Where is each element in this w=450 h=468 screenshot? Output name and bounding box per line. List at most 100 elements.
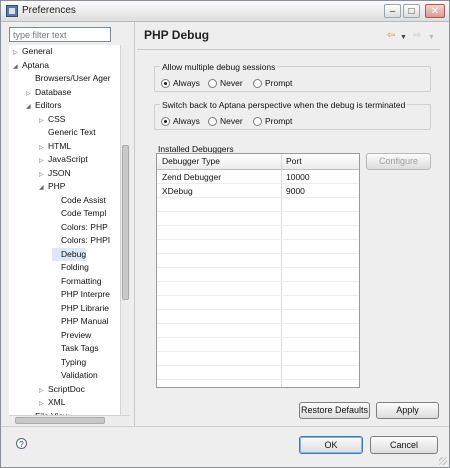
multiple-sessions-label: Allow multiple debug sessions: [160, 62, 278, 72]
tree-item[interactable]: Debug: [52, 247, 87, 261]
switch-perspective-always-radio[interactable]: Always: [161, 116, 200, 126]
tree-item[interactable]: ◢ Editors: [26, 99, 61, 112]
switch-perspective-never-radio[interactable]: Never: [208, 116, 243, 126]
tree-item[interactable]: Formatting: [52, 275, 102, 288]
tree-item[interactable]: ▷ CSS: [39, 113, 65, 126]
tree-item[interactable]: ▷ XML: [39, 396, 65, 409]
radio-checked-icon: [161, 78, 170, 88]
configure-button[interactable]: Configure: [366, 153, 431, 170]
table-row-empty: [157, 338, 359, 352]
panel-divider[interactable]: [134, 22, 135, 426]
footer-divider: [1, 426, 449, 427]
minimize-button[interactable]: –: [384, 4, 401, 18]
forward-menu-chevron-icon: ▼: [428, 34, 435, 41]
tree-item[interactable]: Colors: PHPI: [52, 234, 110, 247]
multiple-sessions-never-radio[interactable]: Never: [208, 78, 243, 88]
apply-button[interactable]: Apply: [376, 402, 439, 419]
port-cell: 9000: [286, 186, 305, 196]
option-label: Never: [220, 78, 243, 88]
column-header-debugger-type[interactable]: Debugger Type: [162, 156, 220, 166]
option-label: Never: [220, 116, 243, 126]
table-row[interactable]: Zend Debugger 10000: [157, 170, 359, 184]
cancel-button[interactable]: Cancel: [370, 436, 438, 454]
switch-perspective-group: Switch back to Aptana perspective when t…: [154, 100, 431, 130]
tree-item-label: Code Assist: [61, 194, 106, 205]
table-row-empty: [157, 310, 359, 324]
radio-checked-icon: [161, 116, 170, 126]
header-divider: [137, 49, 440, 50]
restore-defaults-button[interactable]: Restore Defaults: [299, 402, 370, 419]
tree-item[interactable]: Colors: PHP: [52, 221, 108, 234]
tree-item[interactable]: Preview: [52, 329, 91, 342]
tree-item[interactable]: Code Templ: [52, 207, 106, 220]
tree-horizontal-scrollbar[interactable]: [9, 415, 130, 425]
tree-horizontal-scroll-thumb[interactable]: [15, 417, 105, 424]
debugger-type-cell: XDebug: [162, 186, 193, 196]
tree-item-label: XML: [48, 397, 66, 407]
column-header-port[interactable]: Port: [286, 156, 302, 166]
maximize-button[interactable]: □: [403, 4, 420, 18]
collapse-chevron-icon[interactable]: ◢: [39, 182, 48, 195]
tree-item-label: Preview: [61, 329, 92, 340]
switch-perspective-prompt-radio[interactable]: Prompt: [253, 116, 292, 126]
title-bar: Preferences – □ ✕: [1, 1, 449, 22]
back-menu-chevron-icon[interactable]: ▼: [400, 32, 407, 44]
tree-item-label: Validation: [61, 370, 98, 380]
radio-unchecked-icon: [253, 116, 262, 126]
table-row-empty: [157, 198, 359, 212]
tree-item[interactable]: ▷ JSON: [39, 167, 71, 180]
tree-item[interactable]: Typing: [52, 356, 86, 369]
radio-unchecked-icon: [208, 116, 217, 126]
table-header: Debugger Type Port: [157, 154, 359, 170]
tree-item[interactable]: ▷ General: [13, 45, 52, 58]
tree-item-label: Generic Text: [48, 127, 96, 137]
tree-item[interactable]: ▷ JavaScript: [39, 153, 88, 166]
resize-grip-icon[interactable]: [439, 457, 447, 465]
filter-input[interactable]: [9, 27, 111, 42]
tree-item-label: Browsers/User Ager: [35, 73, 111, 83]
option-label: Prompt: [265, 78, 293, 88]
preferences-window: Preferences – □ ✕ ▷General◢AptanaBrowser…: [0, 0, 450, 468]
multiple-sessions-always-radio[interactable]: Always: [161, 78, 200, 88]
tree-item[interactable]: ◢ PHP: [39, 180, 65, 193]
tree-item-label: Code Templ: [61, 208, 107, 218]
tree-item[interactable]: ▷ Database: [26, 86, 71, 99]
tree-item[interactable]: Folding: [52, 261, 89, 274]
help-icon[interactable]: ?: [16, 438, 27, 449]
ok-button[interactable]: OK: [299, 436, 363, 454]
tree-item[interactable]: PHP Librarie: [52, 302, 109, 315]
table-row[interactable]: XDebug 9000: [157, 184, 359, 198]
back-arrow-icon[interactable]: ⇦: [387, 30, 395, 42]
tree-item[interactable]: Code Assist: [52, 194, 106, 207]
port-cell: 10000: [286, 172, 310, 182]
tree-vertical-scrollbar[interactable]: [120, 45, 130, 415]
tree-item[interactable]: ▷ HTML: [39, 140, 71, 153]
tree-item-label: Colors: PHP: [61, 221, 108, 232]
tree-item-label: Colors: PHPI: [61, 235, 111, 245]
tree-item-label: Editors: [35, 100, 62, 110]
collapse-chevron-icon[interactable]: ◢: [26, 101, 35, 114]
tree-item[interactable]: Browsers/User Ager: [26, 72, 111, 85]
table-row-empty: [157, 352, 359, 366]
window-title: Preferences: [22, 5, 76, 16]
table-row-empty: [157, 296, 359, 310]
tree-item[interactable]: PHP Interpre: [52, 288, 110, 301]
tree-vertical-scroll-thumb[interactable]: [122, 145, 129, 300]
table-row-empty: [157, 268, 359, 282]
preferences-tree[interactable]: ▷ General ◢ Aptana Browsers/User Ager ▷ Databa…: [9, 45, 129, 415]
tree-item-label: Folding: [61, 262, 89, 272]
close-button[interactable]: ✕: [425, 4, 445, 18]
debuggers-table[interactable]: Debugger Type Port Zend Debugger 10000 X…: [156, 153, 360, 388]
tree-item[interactable]: Task Tags: [52, 342, 99, 355]
tree-item[interactable]: ▷ ScriptDoc: [39, 383, 85, 396]
tree-item[interactable]: Validation: [52, 369, 98, 382]
table-row-empty: [157, 366, 359, 380]
tree-item-label: HTML: [48, 140, 72, 151]
tree-item[interactable]: PHP Manual: [52, 315, 109, 328]
table-row-empty: [157, 254, 359, 268]
collapse-chevron-icon[interactable]: ◢: [13, 61, 22, 74]
tree-item[interactable]: ◢ Aptana: [13, 59, 49, 72]
multiple-sessions-prompt-radio[interactable]: Prompt: [253, 78, 292, 88]
tree-item-label: Formatting: [61, 275, 102, 286]
tree-item[interactable]: Generic Text: [39, 126, 96, 139]
